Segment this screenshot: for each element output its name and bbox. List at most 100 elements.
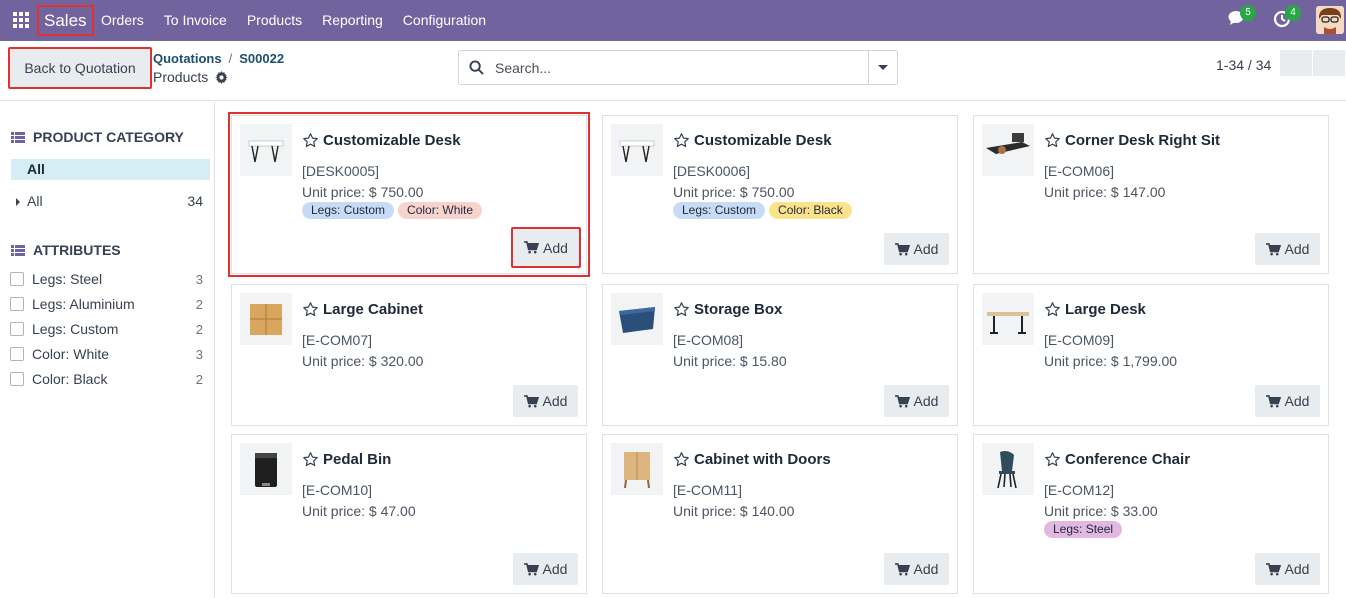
- pager-value[interactable]: 1-34 / 34: [1216, 57, 1271, 73]
- checkbox[interactable]: [10, 347, 24, 361]
- product-card[interactable]: Customizable Desk [DESK0006] Unit price: $…: [602, 115, 958, 274]
- menu-orders[interactable]: Orders: [91, 0, 154, 41]
- product-image: [611, 293, 663, 345]
- product-category-heading: PRODUCT CATEGORY: [11, 129, 184, 145]
- user-avatar[interactable]: [1316, 6, 1344, 34]
- star-icon[interactable]: [1044, 451, 1061, 468]
- attribute-label: Legs: Custom: [32, 321, 119, 337]
- add-button[interactable]: Add: [511, 227, 581, 268]
- breadcrumb-order[interactable]: S00022: [239, 51, 284, 66]
- add-button-label: Add: [543, 239, 568, 256]
- product-title: Storage Box: [673, 301, 782, 318]
- pager-next-button[interactable]: [1313, 50, 1345, 76]
- star-icon[interactable]: [673, 132, 690, 149]
- checkbox[interactable]: [10, 322, 24, 336]
- apps-grid-icon[interactable]: [13, 12, 29, 28]
- breadcrumb: Quotations / S00022: [153, 51, 285, 66]
- cart-icon: [894, 242, 910, 255]
- filter-sidebar: PRODUCT CATEGORY All All 34 ATTRIBUTES L…: [0, 102, 215, 598]
- attribute-label: Legs: Aluminium: [32, 296, 135, 312]
- chat-icon[interactable]: 5: [1228, 5, 1256, 29]
- gear-icon[interactable]: [215, 70, 229, 84]
- back-to-quotation-button[interactable]: Back to Quotation: [8, 47, 152, 89]
- chat-count-badge: 5: [1240, 5, 1256, 21]
- product-code: [E-COM08]: [673, 332, 744, 348]
- menu-to-invoice[interactable]: To Invoice: [154, 0, 237, 41]
- add-button[interactable]: Add: [513, 553, 578, 585]
- product-title: Large Desk: [1044, 301, 1146, 318]
- attribute-label: Color: White: [32, 346, 110, 362]
- add-button[interactable]: Add: [1255, 385, 1320, 417]
- add-button[interactable]: Add: [884, 553, 949, 585]
- add-button[interactable]: Add: [1255, 553, 1320, 585]
- pager-previous-button[interactable]: [1280, 50, 1312, 76]
- add-button-label: Add: [913, 241, 939, 257]
- attribute-tag: Color: Black: [769, 202, 852, 219]
- star-icon[interactable]: [673, 451, 690, 468]
- cart-icon: [894, 394, 910, 407]
- product-card[interactable]: Storage Box [E-COM08] Unit price: $ 15.80 A…: [602, 284, 958, 426]
- attribute-color-white[interactable]: Color: White 3: [10, 344, 203, 364]
- attribute-tag: Legs: Steel: [1044, 521, 1123, 538]
- product-card[interactable]: Pedal Bin [E-COM10] Unit price: $ 47.00 Add: [231, 434, 587, 594]
- category-item-all[interactable]: All 34: [16, 193, 203, 209]
- menu-reporting[interactable]: Reporting: [312, 0, 393, 41]
- category-item-count: 34: [187, 193, 203, 209]
- clock-icon[interactable]: 4: [1273, 5, 1301, 29]
- product-title: Customizable Desk: [302, 132, 461, 149]
- attribute-legs-steel[interactable]: Legs: Steel 3: [10, 269, 203, 289]
- product-name: Corner Desk Right Sit: [1065, 132, 1221, 149]
- star-icon[interactable]: [302, 451, 319, 468]
- add-button[interactable]: Add: [1255, 233, 1320, 265]
- cart-icon: [523, 394, 539, 407]
- star-icon[interactable]: [673, 301, 690, 318]
- product-code: [DESK0006]: [673, 163, 751, 179]
- product-card[interactable]: Customizable Desk [DESK0005] Unit price: $…: [228, 112, 590, 277]
- attribute-label: Color: Black: [32, 371, 108, 387]
- product-card[interactable]: Corner Desk Right Sit [E-COM06] Unit price…: [973, 115, 1329, 274]
- activity-count-badge: 4: [1285, 5, 1301, 21]
- breadcrumb-quotations[interactable]: Quotations: [153, 51, 222, 66]
- search-options-toggle[interactable]: [868, 51, 897, 84]
- cart-icon: [1265, 394, 1281, 407]
- product-title: Corner Desk Right Sit: [1044, 132, 1220, 149]
- attribute-color-black[interactable]: Color: Black 2: [10, 369, 203, 389]
- star-icon[interactable]: [1044, 301, 1061, 318]
- product-code: [E-COM06]: [1044, 163, 1115, 179]
- add-button-label: Add: [1284, 241, 1310, 257]
- attribute-legs-custom[interactable]: Legs: Custom 2: [10, 319, 203, 339]
- checkbox[interactable]: [10, 297, 24, 311]
- product-card[interactable]: Large Cabinet [E-COM07] Unit price: $ 320.…: [231, 284, 587, 426]
- checkbox[interactable]: [10, 372, 24, 386]
- product-name: Customizable Desk: [694, 132, 832, 149]
- product-code: [E-COM07]: [302, 332, 373, 348]
- attribute-legs-aluminium[interactable]: Legs: Aluminium 2: [10, 294, 203, 314]
- product-name: Storage Box: [694, 301, 783, 318]
- menu-products[interactable]: Products: [237, 0, 312, 41]
- attributes-title: ATTRIBUTES: [33, 242, 121, 258]
- add-button[interactable]: Add: [884, 385, 949, 417]
- list-icon: [11, 131, 25, 143]
- page-title: Products: [153, 69, 229, 85]
- product-card[interactable]: Cabinet with Doors [E-COM11] Unit price: $…: [602, 434, 958, 594]
- star-icon[interactable]: [302, 132, 319, 149]
- product-card[interactable]: Large Desk [E-COM09] Unit price: $ 1,799.0…: [973, 284, 1329, 426]
- product-card[interactable]: Conference Chair [E-COM12] Unit price: $ 3…: [973, 434, 1329, 594]
- add-button-label: Add: [542, 393, 568, 409]
- checkbox[interactable]: [10, 272, 24, 286]
- category-all-active[interactable]: All: [11, 159, 210, 180]
- control-panel: Back to Quotation Quotations / S00022 Prod…: [0, 41, 1346, 101]
- star-icon[interactable]: [1044, 132, 1061, 149]
- product-tags: Legs: Custom Color: White: [302, 202, 486, 219]
- attribute-label: Legs: Steel: [32, 271, 103, 287]
- menu-configuration[interactable]: Configuration: [393, 0, 496, 41]
- app-brand-sales[interactable]: Sales: [37, 5, 94, 36]
- product-price: Unit price: $ 1,799.00: [1044, 353, 1178, 369]
- star-icon[interactable]: [302, 301, 319, 318]
- product-title: Customizable Desk: [673, 132, 832, 149]
- product-code: [DESK0005]: [302, 163, 380, 179]
- add-button[interactable]: Add: [513, 385, 578, 417]
- search-input[interactable]: [495, 51, 865, 84]
- add-button[interactable]: Add: [884, 233, 949, 265]
- caret-right-icon: [16, 198, 20, 207]
